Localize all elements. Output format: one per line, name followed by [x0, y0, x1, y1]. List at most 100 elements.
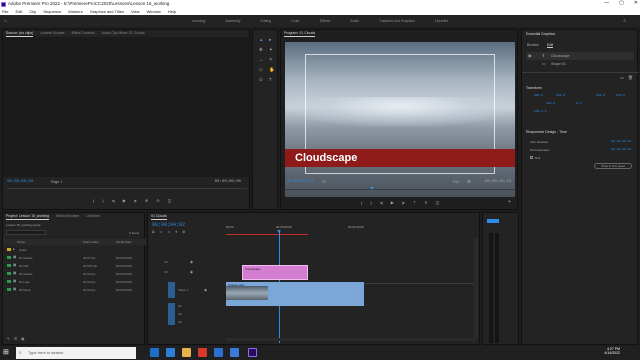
- menu-markers[interactable]: Markers: [68, 8, 82, 15]
- workspace-editing[interactable]: Editing: [251, 19, 282, 23]
- icon-view-icon[interactable]: ▦: [21, 337, 24, 341]
- pencil-icon[interactable]: ✎: [7, 337, 10, 341]
- col-name[interactable]: Name: [17, 240, 25, 244]
- anchor-y[interactable]: 540.0: [616, 94, 625, 97]
- export-frame-icon[interactable]: ◫: [436, 200, 440, 205]
- task-view-icon[interactable]: [166, 348, 175, 357]
- taskbar-search-input[interactable]: Type here to search: [16, 347, 136, 359]
- col-frame-rate[interactable]: Frame Rate: [83, 240, 99, 244]
- program-viewer[interactable]: Cloudscape: [285, 42, 515, 197]
- timeline-timecode[interactable]: 00;00;04;02: [152, 222, 185, 228]
- store-icon[interactable]: [230, 348, 239, 357]
- linked-icon[interactable]: ⊂: [167, 230, 170, 234]
- ripple-edit-icon[interactable]: ✥: [259, 47, 267, 53]
- step-forward-icon[interactable]: |▸: [134, 198, 137, 203]
- program-title[interactable]: Program: 01 Clouds: [284, 30, 316, 37]
- workspace-assembly[interactable]: Assembly: [215, 19, 250, 23]
- workspace-effects[interactable]: Effects: [310, 19, 341, 23]
- list-view-icon[interactable]: ☰: [14, 337, 17, 341]
- scale-value[interactable]: 100.0: [546, 102, 555, 105]
- track-a3-label[interactable]: A3: [178, 320, 182, 324]
- track-a2-label[interactable]: A2: [178, 312, 182, 316]
- playhead-marker-icon[interactable]: [370, 187, 374, 190]
- prog-play-icon[interactable]: ▶: [391, 200, 394, 205]
- mark-in-icon[interactable]: {: [93, 198, 94, 203]
- list-item[interactable]: ▦ 02 Cliff 23.976 fps 00;00;00;00: [3, 262, 146, 270]
- search-icon[interactable]: ⌕: [623, 18, 626, 24]
- tab-lumetri-scopes[interactable]: Lumetri Scopes: [40, 30, 64, 37]
- razor-tool-icon[interactable]: ◇: [259, 67, 267, 73]
- workspace-libraries[interactable]: Libraries: [425, 19, 458, 23]
- source-viewer[interactable]: [3, 37, 251, 177]
- menu-file[interactable]: File: [2, 8, 8, 15]
- menu-clip[interactable]: Clip: [29, 8, 36, 15]
- settings-icon[interactable]: ⚙: [182, 230, 185, 234]
- meters-toggle-icon[interactable]: [487, 219, 499, 223]
- tab-timeline[interactable]: 01 Clouds: [151, 213, 167, 220]
- eye-icon[interactable]: ◉: [190, 260, 193, 264]
- menu-view[interactable]: View: [131, 8, 140, 15]
- col-media-start[interactable]: Media Start: [116, 240, 131, 244]
- project-search-input[interactable]: [6, 230, 46, 235]
- intro-duration-value[interactable]: 00:00:00:00: [611, 140, 631, 143]
- home-icon[interactable]: ⌂: [4, 18, 7, 24]
- eye-icon[interactable]: ◉: [528, 53, 532, 58]
- tab-media-browser[interactable]: Media Browser: [56, 213, 79, 220]
- maximize-button[interactable]: ▢: [619, 0, 624, 8]
- premiere-taskbar-icon[interactable]: [248, 348, 257, 357]
- overwrite-icon[interactable]: ⊖: [156, 198, 159, 203]
- track-v3-label[interactable]: V3: [164, 260, 168, 264]
- eg-layer-cloudscape[interactable]: ◉ T Cloudscape: [526, 52, 634, 60]
- work-area-bar[interactable]: [226, 234, 308, 235]
- timeline-scrollbar[interactable]: [474, 238, 478, 338]
- snap-icon[interactable]: ⊃: [160, 230, 163, 234]
- workspace-learning[interactable]: Learning: [182, 19, 216, 23]
- menu-window[interactable]: Window: [147, 8, 161, 15]
- rolling-edit-icon[interactable]: ✦: [269, 47, 277, 53]
- slip-tool-icon[interactable]: ↔: [259, 57, 267, 63]
- prog-mark-in-icon[interactable]: {: [361, 200, 362, 205]
- workspace-audio[interactable]: Audio: [340, 19, 369, 23]
- eye-icon[interactable]: ◉: [204, 288, 207, 292]
- eye-icon[interactable]: ◉: [190, 270, 193, 274]
- menu-sequence[interactable]: Sequence: [43, 8, 61, 15]
- workspace-color[interactable]: Color: [281, 19, 309, 23]
- play-icon[interactable]: ▶: [123, 198, 126, 203]
- source-scrubber[interactable]: [7, 188, 247, 189]
- clock[interactable]: 4:27 PM 4/14/2022: [594, 347, 620, 355]
- edge-icon[interactable]: [150, 348, 159, 357]
- rotation-value[interactable]: 0.0: [576, 102, 581, 105]
- tab-audio-clip-mixer[interactable]: Audio Clip Mixer: 01 Clouds: [101, 30, 144, 37]
- list-item[interactable]: ▸ Audio: [3, 246, 146, 254]
- insert-icon[interactable]: ⊕: [145, 198, 148, 203]
- roll-checkbox[interactable]: [530, 156, 533, 159]
- quality-dropdown[interactable]: Full: [453, 180, 459, 184]
- source-timecode[interactable]: 00;00;00;00: [7, 180, 33, 184]
- eg-tab-browse[interactable]: Browse: [527, 43, 539, 47]
- file-explorer-icon[interactable]: [182, 348, 191, 357]
- lift-icon[interactable]: ⇡: [413, 200, 416, 205]
- program-timecode[interactable]: 00;00;04;02: [287, 180, 313, 184]
- mark-out-icon[interactable]: }: [102, 198, 103, 203]
- track-v1-target[interactable]: [168, 282, 175, 298]
- menu-graphics[interactable]: Graphics and Titles: [90, 8, 124, 15]
- cloudscape-title-text[interactable]: Cloudscape: [295, 152, 357, 164]
- tab-source[interactable]: Source: (no clips): [6, 30, 34, 37]
- tab-effect-controls[interactable]: Effect Controls: [72, 30, 95, 37]
- minimize-button[interactable]: —: [604, 0, 609, 8]
- program-scrubber[interactable]: [285, 189, 515, 190]
- extract-icon[interactable]: ⇞: [424, 200, 427, 205]
- eg-layer-shape[interactable]: ▭ Shape 01: [526, 60, 634, 68]
- step-back-icon[interactable]: ◂|: [112, 198, 115, 203]
- zoom-tool-icon[interactable]: ⊙: [259, 77, 267, 83]
- hand-tool-icon[interactable]: ✋: [269, 67, 277, 73]
- list-item[interactable]: ▦ 01 Clouds 29.97 fps 00;00;00;00: [3, 254, 146, 262]
- mail-icon[interactable]: [214, 348, 223, 357]
- track-select-icon[interactable]: ▸: [269, 37, 277, 43]
- prog-step-back-icon[interactable]: ◂|: [380, 200, 383, 205]
- trash-icon[interactable]: 🗑: [628, 75, 633, 80]
- camera-icon[interactable]: ◫: [168, 198, 172, 203]
- opacity-value[interactable]: 100.0 %: [534, 110, 547, 113]
- playhead-head-icon[interactable]: [277, 230, 281, 233]
- pen-tool-icon[interactable]: ✎: [269, 57, 277, 63]
